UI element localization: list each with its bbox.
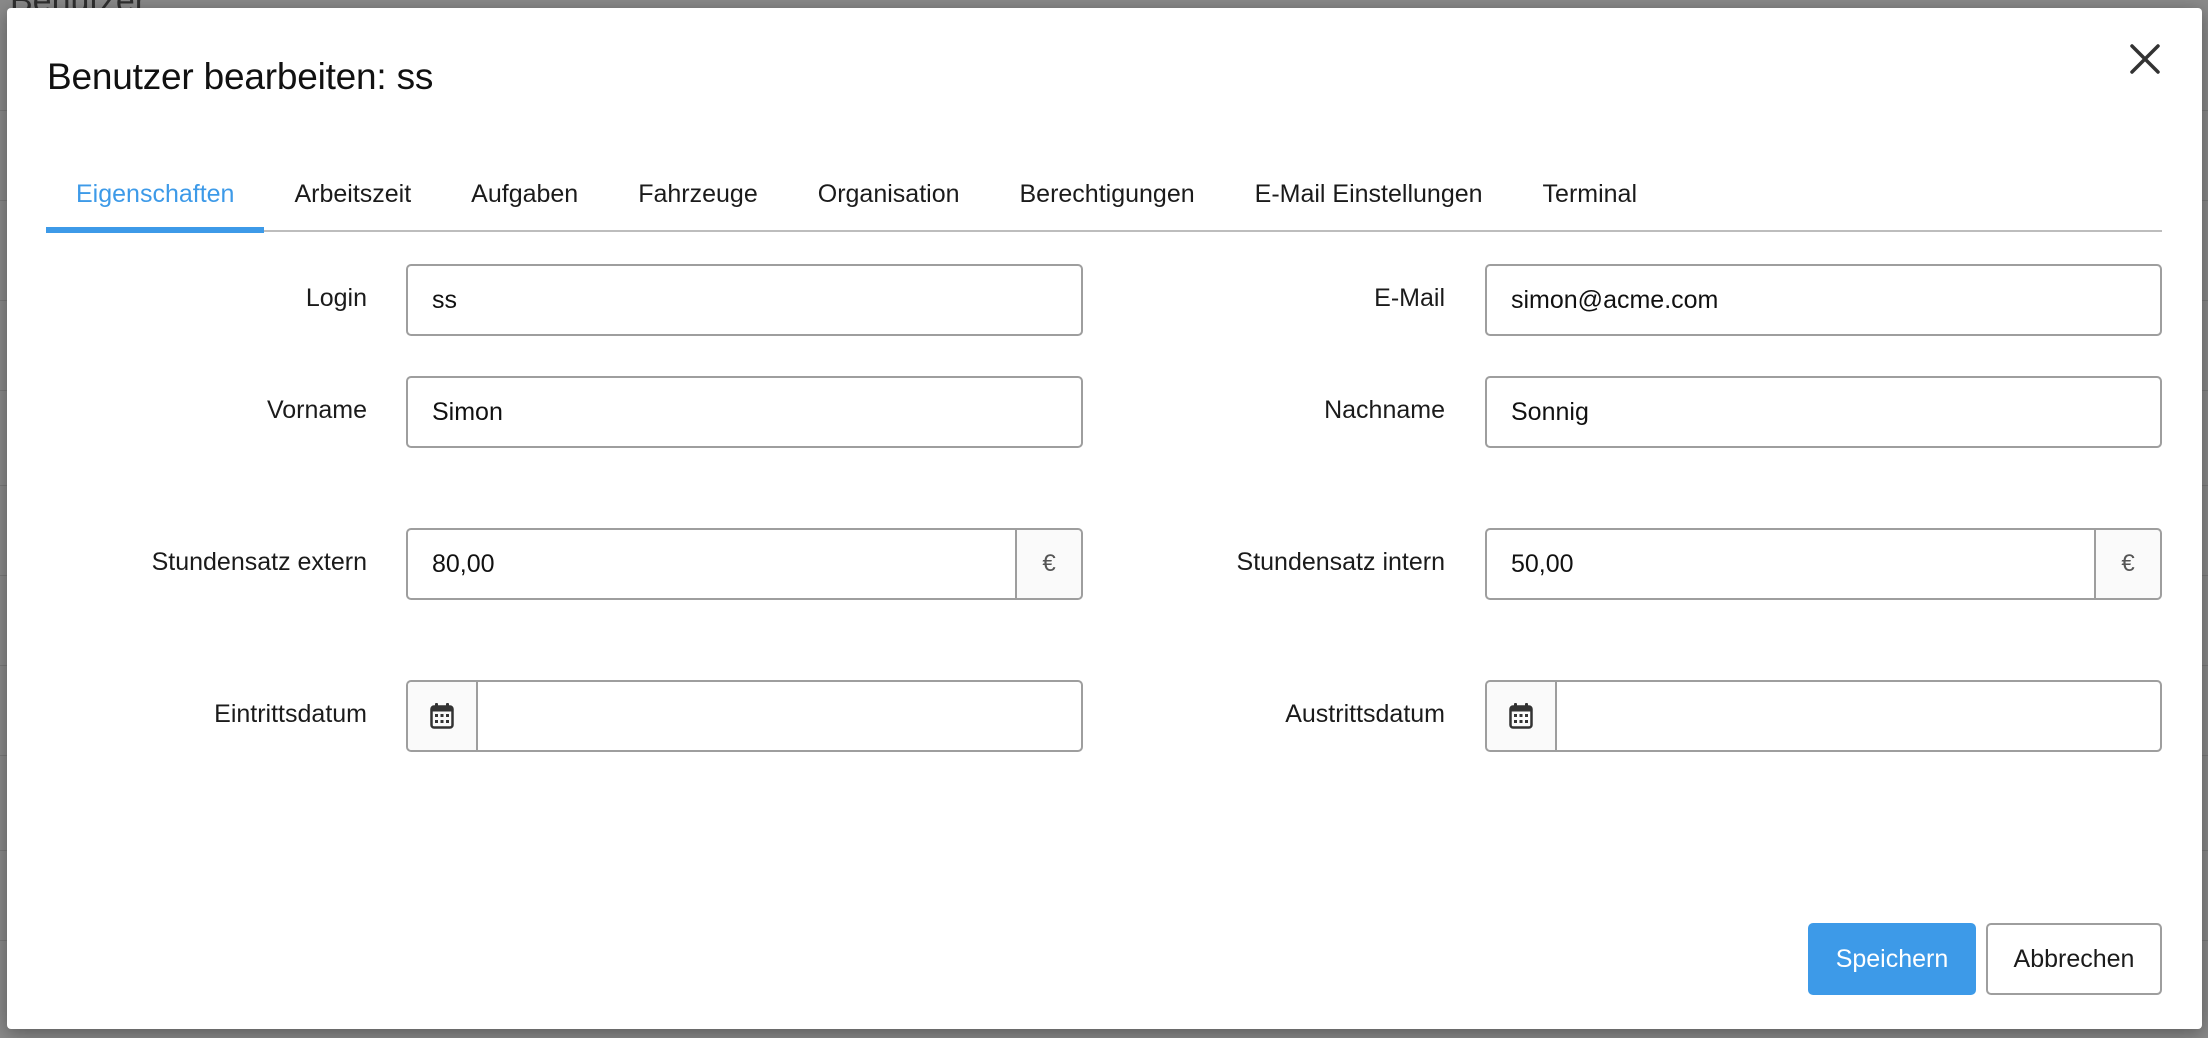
tab-email-einstellungen[interactable]: E-Mail Einstellungen	[1225, 158, 1513, 230]
email-label: E-Mail	[1374, 284, 1445, 312]
login-label: Login	[305, 284, 367, 312]
close-button[interactable]	[2124, 38, 2166, 80]
vorname-input[interactable]	[408, 378, 1081, 446]
calendar-icon	[430, 703, 454, 729]
email-field-container	[1485, 264, 2162, 336]
tab-bar: Eigenschaften Arbeitszeit Aufgaben Fahrz…	[46, 158, 2162, 233]
email-input[interactable]	[1487, 266, 2160, 334]
eintrittsdatum-label: Eintrittsdatum	[214, 700, 367, 728]
eintrittsdatum-field-container	[406, 680, 1083, 752]
tab-eigenschaften[interactable]: Eigenschaften	[46, 158, 265, 233]
dialog-title: Benutzer bearbeiten: ss	[47, 56, 434, 97]
nachname-field-container	[1485, 376, 2162, 448]
tab-organisation[interactable]: Organisation	[788, 158, 990, 230]
rate-extern-field-container: €	[406, 528, 1083, 600]
tab-arbeitszeit[interactable]: Arbeitszeit	[264, 158, 441, 230]
nachname-input[interactable]	[1487, 378, 2160, 446]
save-button[interactable]: Speichern	[1808, 923, 1976, 995]
euro-currency-addon: €	[2094, 530, 2160, 598]
tab-aufgaben[interactable]: Aufgaben	[441, 158, 608, 230]
tab-terminal[interactable]: Terminal	[1513, 158, 1667, 230]
austrittsdatum-label: Austrittsdatum	[1285, 700, 1445, 728]
rate-intern-field-container: €	[1485, 528, 2162, 600]
rate-intern-input[interactable]	[1487, 530, 2094, 598]
euro-currency-addon: €	[1015, 530, 1081, 598]
vorname-field-container	[406, 376, 1083, 448]
eintrittsdatum-input[interactable]	[478, 682, 1081, 750]
austrittsdatum-input[interactable]	[1557, 682, 2160, 750]
tab-fahrzeuge[interactable]: Fahrzeuge	[608, 158, 788, 230]
cancel-button[interactable]: Abbrechen	[1986, 923, 2162, 995]
austrittsdatum-calendar-button[interactable]	[1487, 682, 1557, 750]
rate-extern-label: Stundensatz extern	[151, 548, 367, 576]
austrittsdatum-field-container	[1485, 680, 2162, 752]
vorname-label: Vorname	[266, 396, 367, 424]
eintrittsdatum-calendar-button[interactable]	[408, 682, 478, 750]
login-field-container	[406, 264, 1083, 336]
edit-user-dialog: Benutzer bearbeiten: ss Eigenschaften Ar…	[7, 8, 2202, 1029]
calendar-icon	[1509, 703, 1533, 729]
nachname-label: Nachname	[1324, 396, 1445, 424]
rate-extern-input[interactable]	[408, 530, 1015, 598]
tab-berechtigungen[interactable]: Berechtigungen	[990, 158, 1225, 230]
close-icon	[2130, 44, 2160, 74]
login-input[interactable]	[408, 266, 1081, 334]
rate-intern-label: Stundensatz intern	[1236, 548, 1445, 576]
